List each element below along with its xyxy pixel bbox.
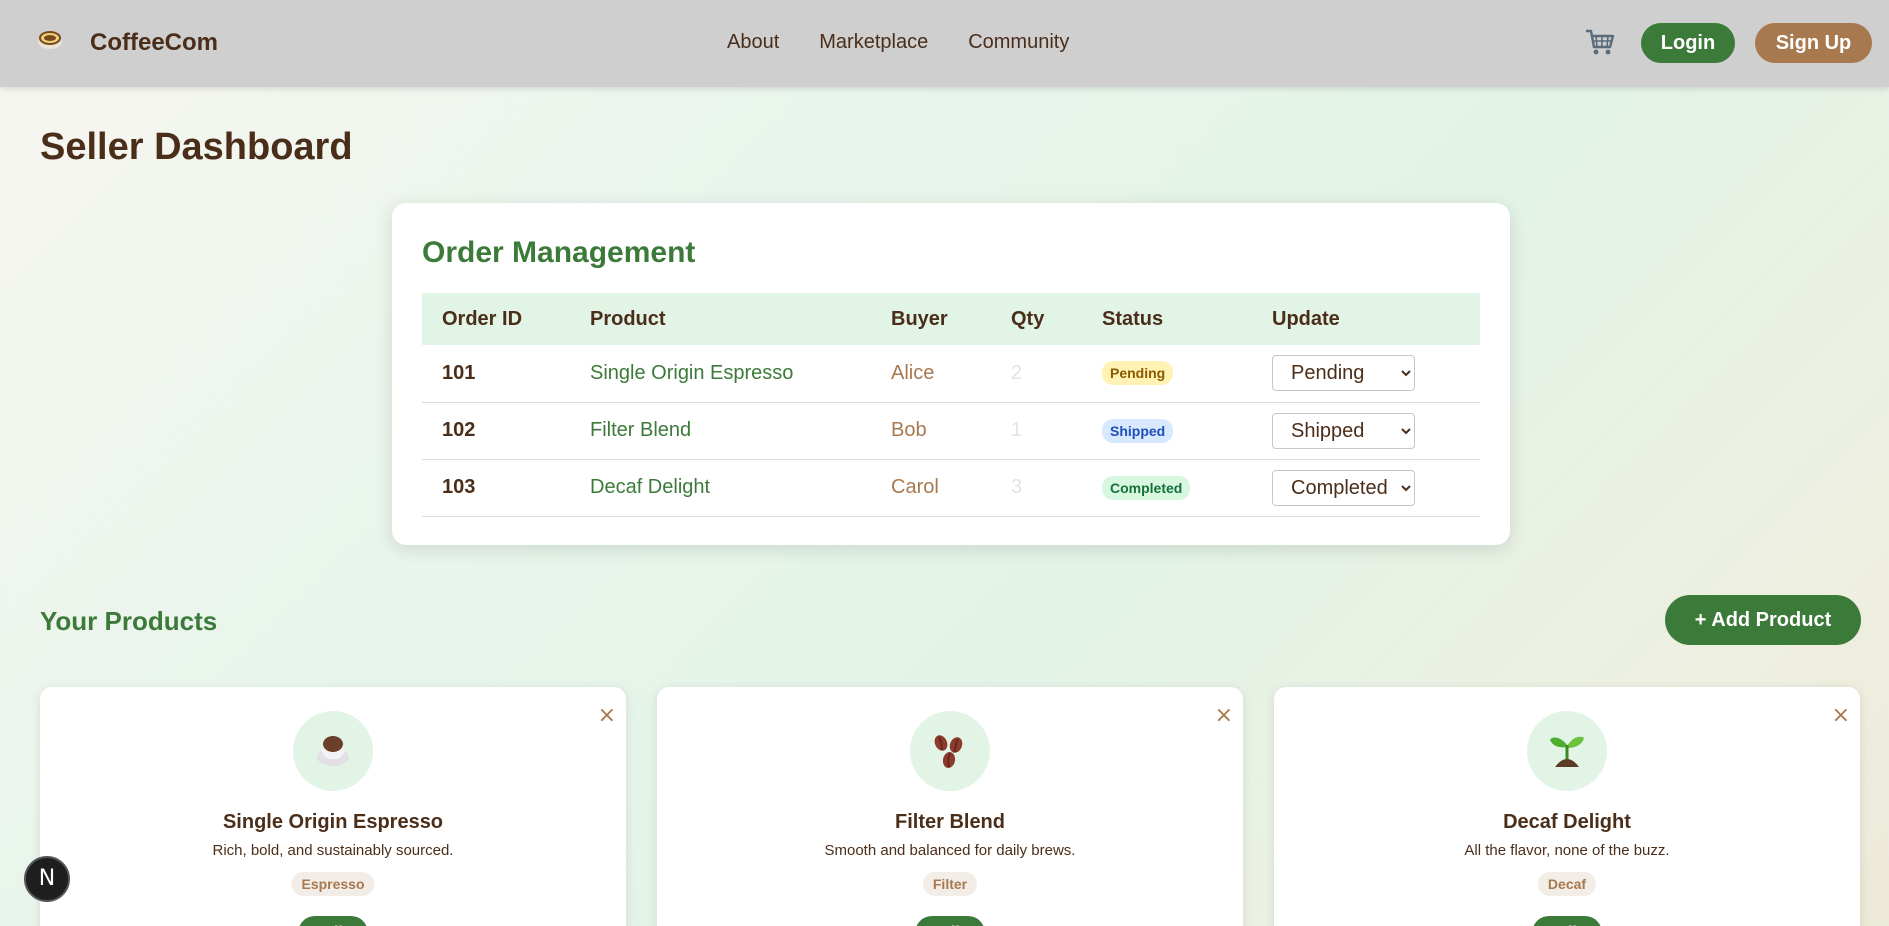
remove-product-button[interactable]: × xyxy=(1832,703,1850,728)
update-cell: Completed xyxy=(1252,459,1480,517)
buyer-cell: Carol xyxy=(871,459,991,517)
status-cell: Completed xyxy=(1082,459,1252,517)
buyer-cell: Alice xyxy=(871,345,991,403)
order-id-cell: 102 xyxy=(422,402,570,460)
status-badge: Pending xyxy=(1102,361,1174,386)
product-card: × Decaf Delight All the flavor, none of … xyxy=(1274,687,1860,926)
table-row: 103 Decaf Delight Carol 3 Completed Comp… xyxy=(422,459,1480,517)
product-name: Single Origin Espresso xyxy=(222,811,444,833)
col-order-id: Order ID xyxy=(422,293,570,345)
product-icon-circle xyxy=(910,711,990,791)
order-management-title: Order Management xyxy=(422,236,696,269)
dev-tools-badge[interactable]: N xyxy=(24,856,70,902)
status-badge: Shipped xyxy=(1102,418,1174,443)
status-select[interactable]: Completed xyxy=(1272,469,1415,506)
qty-cell: 1 xyxy=(991,402,1082,460)
product-description: All the flavor, none of the buzz. xyxy=(1464,842,1670,859)
order-id-cell: 101 xyxy=(422,345,570,403)
table-row: 102 Filter Blend Bob 1 Shipped Shipped xyxy=(422,402,1480,460)
update-cell: Pending xyxy=(1252,345,1480,403)
status-select[interactable]: Shipped xyxy=(1272,412,1415,449)
buyer-cell: Bob xyxy=(871,402,991,460)
coffee-beans-icon xyxy=(934,735,963,768)
edit-product-button[interactable]: Edit xyxy=(1532,916,1602,926)
product-card: × Single Origin Espresso Rich, bold, and… xyxy=(40,687,626,926)
col-product: Product xyxy=(570,293,871,345)
col-qty: Qty xyxy=(991,293,1082,345)
nav-about-link[interactable]: About xyxy=(727,31,779,54)
nav-marketplace-link[interactable]: Marketplace xyxy=(819,31,928,54)
orders-table-header: Order ID Product Buyer Qty Status Update xyxy=(422,293,1480,345)
page-title: Seller Dashboard xyxy=(40,126,353,168)
brand-name[interactable]: CoffeeCom xyxy=(90,29,218,57)
status-badge: Completed xyxy=(1102,475,1191,500)
product-cell: Filter Blend xyxy=(570,402,871,460)
product-name: Filter Blend xyxy=(894,811,1005,833)
product-tag: Decaf xyxy=(1537,872,1597,896)
coffee-logo-icon[interactable] xyxy=(36,26,66,54)
product-tag: Filter xyxy=(922,872,978,896)
coffee-cup-icon xyxy=(317,736,349,766)
signup-button[interactable]: Sign Up xyxy=(1755,23,1872,63)
add-product-button[interactable]: + Add Product xyxy=(1665,595,1861,645)
edit-product-button[interactable]: Edit xyxy=(298,916,368,926)
remove-product-button[interactable]: × xyxy=(1215,703,1233,728)
edit-product-button[interactable]: Edit xyxy=(915,916,985,926)
col-buyer: Buyer xyxy=(871,293,991,345)
product-description: Smooth and balanced for daily brews. xyxy=(824,842,1076,859)
col-update: Update xyxy=(1252,293,1480,345)
your-products-title: Your Products xyxy=(40,606,218,636)
qty-cell: 3 xyxy=(991,459,1082,517)
top-navbar: CoffeeCom About Marketplace Community Lo… xyxy=(0,0,1889,87)
seedling-icon xyxy=(1550,736,1584,767)
main-nav: About Marketplace Community xyxy=(727,31,1069,54)
product-tag: Espresso xyxy=(291,872,375,896)
qty-cell: 2 xyxy=(991,345,1082,403)
login-button[interactable]: Login xyxy=(1641,23,1735,63)
product-cell: Decaf Delight xyxy=(570,459,871,517)
order-id-cell: 103 xyxy=(422,459,570,517)
update-cell: Shipped xyxy=(1252,402,1480,460)
product-icon-circle xyxy=(1527,711,1607,791)
product-description: Rich, bold, and sustainably sourced. xyxy=(212,842,454,859)
remove-product-button[interactable]: × xyxy=(598,703,616,728)
product-name: Decaf Delight xyxy=(1503,811,1631,833)
table-row: 101 Single Origin Espresso Alice 2 Pendi… xyxy=(422,345,1480,403)
orders-table: Order ID Product Buyer Qty Status Update… xyxy=(422,293,1480,517)
status-select[interactable]: Pending xyxy=(1272,355,1415,392)
product-card: × Filter Blend Smooth and balanced for d… xyxy=(657,687,1243,926)
product-icon-circle xyxy=(293,711,373,791)
order-management-card: Order Management Order ID Product Buyer … xyxy=(392,203,1510,545)
cart-icon[interactable] xyxy=(1584,27,1616,57)
product-cell: Single Origin Espresso xyxy=(570,345,871,403)
status-cell: Shipped xyxy=(1082,402,1252,460)
nav-community-link[interactable]: Community xyxy=(968,31,1069,54)
col-status: Status xyxy=(1082,293,1252,345)
status-cell: Pending xyxy=(1082,345,1252,403)
